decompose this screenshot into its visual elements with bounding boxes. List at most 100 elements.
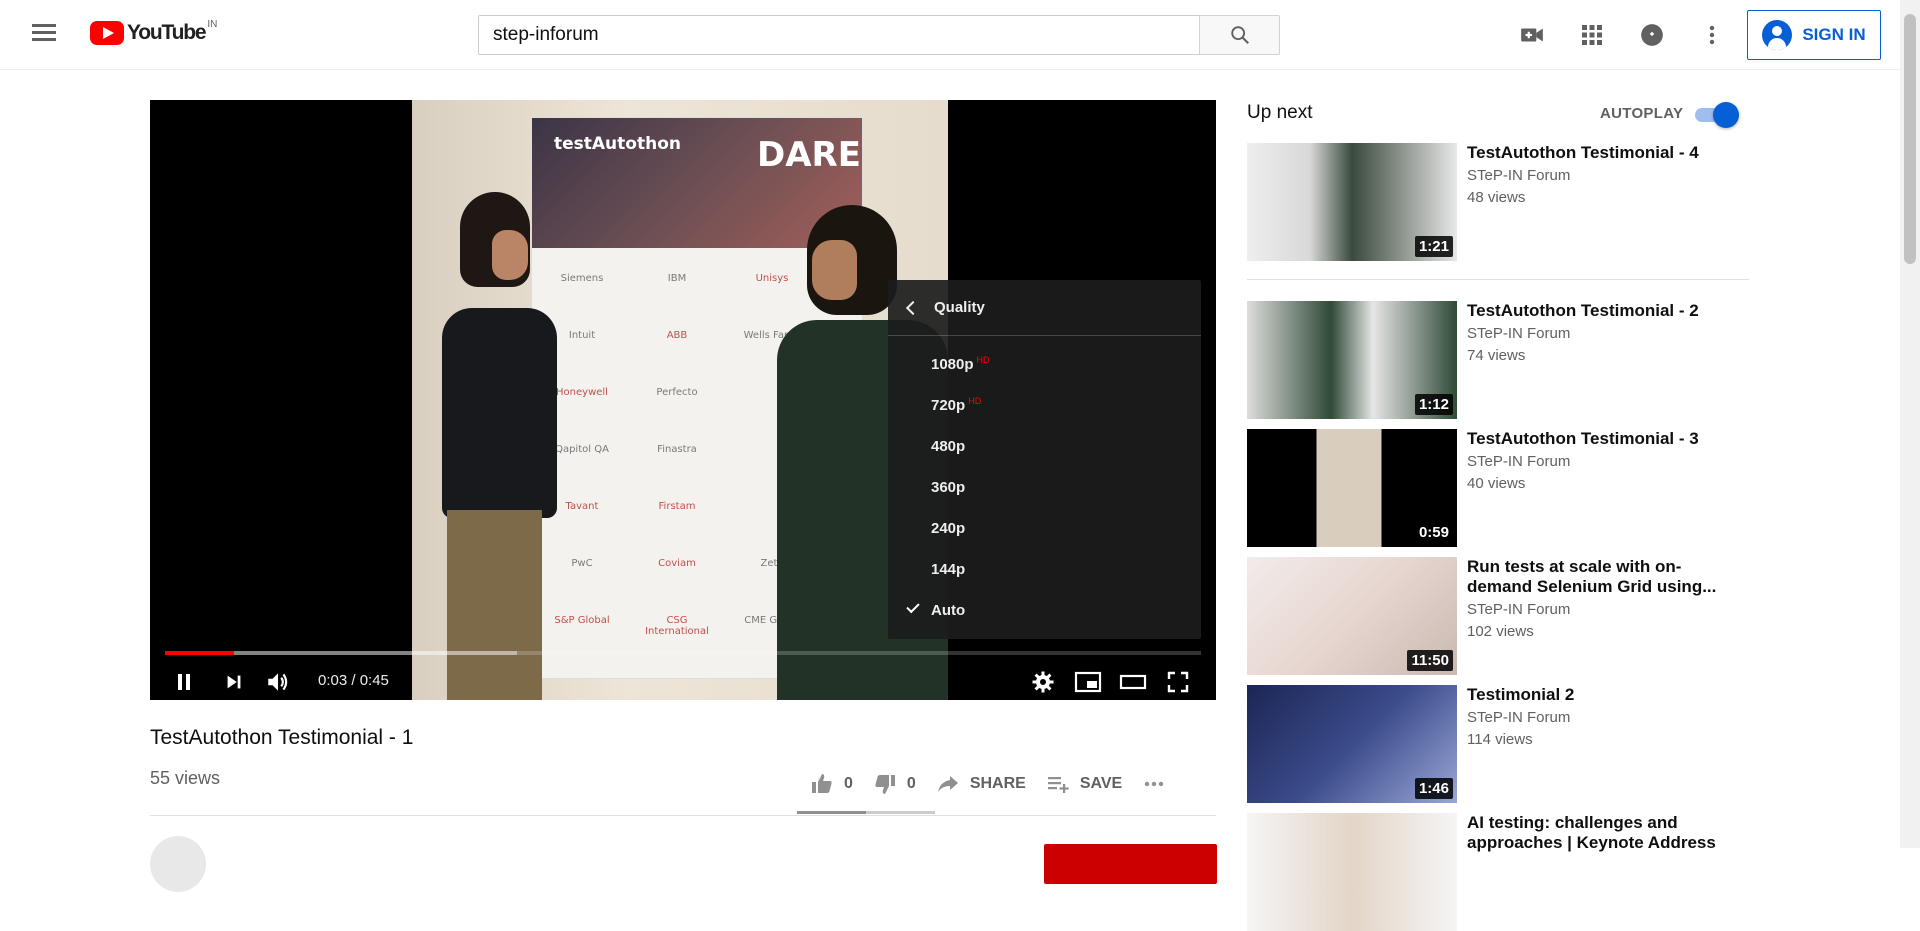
recommendation-title[interactable]: TestAutothon Testimonial - 3 — [1467, 429, 1732, 449]
banner-sponsor: Perfecto — [656, 387, 698, 398]
recommendation-item[interactable]: 1:12 TestAutothon Testimonial - 2 STeP-IN … — [1247, 301, 1749, 419]
video-thumbnail[interactable]: 11:50 — [1247, 557, 1457, 675]
banner-sponsor: Siemens — [560, 273, 604, 284]
apps-icon — [1582, 25, 1602, 45]
hd-badge: HD — [976, 354, 990, 365]
youtube-logo-icon — [90, 21, 124, 45]
recommendation-title[interactable]: Run tests at scale with on-demand Seleni… — [1467, 557, 1732, 597]
recommendation-item[interactable]: 1:21 TestAutothon Testimonial - 4 STeP-IN … — [1247, 143, 1749, 261]
recommendation-item[interactable]: AI testing: challenges and approaches | … — [1247, 813, 1749, 931]
duration-badge: 1:21 — [1414, 236, 1453, 257]
pause-button[interactable] — [166, 664, 202, 700]
quality-option[interactable]: 1080p HD — [888, 344, 1201, 385]
video-thumbnail[interactable]: 1:12 — [1247, 301, 1457, 419]
banner-slogan: DARE — [757, 135, 861, 175]
quality-option[interactable]: 360p — [888, 467, 1201, 508]
recommendation-title[interactable]: AI testing: challenges and approaches | … — [1467, 813, 1732, 853]
search-input[interactable] — [478, 15, 1199, 55]
video-title: TestAutothon Testimonial - 1 — [150, 726, 414, 749]
quality-option-label: Auto — [931, 602, 966, 619]
quality-option[interactable]: 144p — [888, 549, 1201, 590]
video-thumbnail[interactable]: 1:46 — [1247, 685, 1457, 803]
more-options-button[interactable] — [1696, 19, 1728, 51]
miniplayer-button[interactable] — [1070, 664, 1106, 700]
quality-option-label: 720p — [931, 397, 966, 414]
more-actions-button[interactable] — [1132, 766, 1176, 802]
recommendation-channel[interactable]: STeP-IN Forum — [1467, 325, 1570, 342]
quality-option[interactable]: Auto — [888, 590, 1201, 631]
page-scrollbar[interactable] — [1900, 0, 1920, 848]
autoplay-toggle[interactable] — [1693, 102, 1739, 128]
up-next-label: Up next — [1247, 102, 1313, 123]
recommendation-channel[interactable]: STeP-IN Forum — [1467, 601, 1570, 618]
more-horiz-icon — [1145, 781, 1164, 787]
dislike-button[interactable]: 0 — [863, 766, 926, 802]
recommendation-item[interactable]: 11:50 Run tests at scale with on-demand S… — [1247, 557, 1749, 675]
settings-button[interactable] — [1025, 664, 1061, 700]
banner-sponsor: Unisys — [755, 273, 789, 284]
next-button[interactable] — [216, 664, 252, 700]
recommendation-item[interactable]: 1:46 Testimonial 2 STeP-IN Forum 114 views — [1247, 685, 1749, 803]
progress-played — [165, 651, 235, 655]
video-thumbnail[interactable]: 0:59 — [1247, 429, 1457, 547]
quality-option[interactable]: 720p HD — [888, 385, 1201, 426]
recommendation-title[interactable]: TestAutothon Testimonial - 2 — [1467, 301, 1732, 321]
youtube-logo[interactable]: YouTube IN — [90, 19, 217, 49]
video-thumbnail[interactable] — [1247, 813, 1457, 931]
sign-in-label: SIGN IN — [1802, 25, 1866, 44]
more-vert-icon — [1709, 25, 1715, 45]
banner-sponsor: Firstam — [658, 501, 696, 512]
quality-option[interactable]: 240p — [888, 508, 1201, 549]
view-count: 55 views — [150, 768, 221, 788]
volume-button[interactable] — [260, 664, 296, 700]
volume-icon — [268, 673, 288, 691]
up-next-divider — [1247, 279, 1749, 280]
messages-button[interactable] — [1636, 19, 1668, 51]
masthead: YouTube IN step-inforum SIGN IN — [0, 0, 1900, 70]
settings-icon — [1032, 671, 1054, 693]
share-label: SHARE — [969, 775, 1026, 792]
quality-option[interactable]: 480p — [888, 426, 1201, 467]
hd-badge: HD — [968, 395, 982, 406]
quality-menu-back[interactable]: Quality — [888, 280, 1201, 336]
duration-badge: 0:59 — [1414, 522, 1453, 543]
share-icon — [937, 776, 958, 792]
recommendation-channel[interactable]: STeP-IN Forum — [1467, 709, 1570, 726]
create-video-button[interactable] — [1516, 19, 1548, 51]
save-button[interactable]: SAVE — [1036, 766, 1132, 802]
recommendation-item[interactable]: 0:59 TestAutothon Testimonial - 3 STeP-IN … — [1247, 429, 1749, 547]
quality-option-label: 1080p — [931, 356, 974, 373]
channel-avatar[interactable] — [150, 836, 206, 892]
recommendation-channel[interactable]: STeP-IN Forum — [1467, 167, 1570, 184]
video-thumbnail[interactable]: 1:21 — [1247, 143, 1457, 261]
recommendation-title[interactable]: Testimonial 2 — [1467, 685, 1732, 705]
search-button[interactable] — [1199, 15, 1280, 55]
recommendation-title[interactable]: TestAutothon Testimonial - 4 — [1467, 143, 1732, 163]
like-button[interactable]: 0 — [800, 766, 863, 802]
banner-brand: testAutothon — [554, 134, 681, 154]
sentiment-like-fill — [797, 811, 866, 814]
banner-sponsor: Coviam — [658, 558, 696, 569]
logo-text: YouTube — [127, 21, 207, 44]
theater-mode-button[interactable] — [1115, 664, 1151, 700]
share-button[interactable]: SHARE — [926, 766, 1036, 802]
quality-option-label: 144p — [931, 561, 966, 578]
video-player[interactable]: testAutothon DARE Siemens IBM Unisys Intuit… — [150, 100, 1216, 700]
sign-in-button[interactable]: SIGN IN — [1747, 10, 1881, 60]
recommendation-views: 102 views — [1467, 623, 1534, 640]
create-video-icon — [1521, 28, 1543, 42]
recommendation-views: 74 views — [1467, 347, 1526, 364]
progress-bar[interactable] — [165, 651, 1201, 655]
banner-sponsor: S&P Global — [554, 615, 610, 626]
time-display: 0:03 / 0:45 — [318, 672, 389, 689]
recommendation-channel[interactable]: STeP-IN Forum — [1467, 453, 1570, 470]
fullscreen-button[interactable] — [1160, 664, 1196, 700]
menu-icon[interactable] — [28, 20, 60, 50]
subscribe-button[interactable] — [1044, 844, 1217, 884]
search-icon — [1230, 26, 1249, 44]
autoplay-label: AUTOPLAY — [1600, 105, 1684, 122]
dislike-count: 0 — [906, 775, 916, 792]
quality-option-label: 360p — [931, 479, 966, 496]
apps-button[interactable] — [1576, 19, 1608, 51]
scrollbar-thumb[interactable] — [1904, 14, 1916, 264]
